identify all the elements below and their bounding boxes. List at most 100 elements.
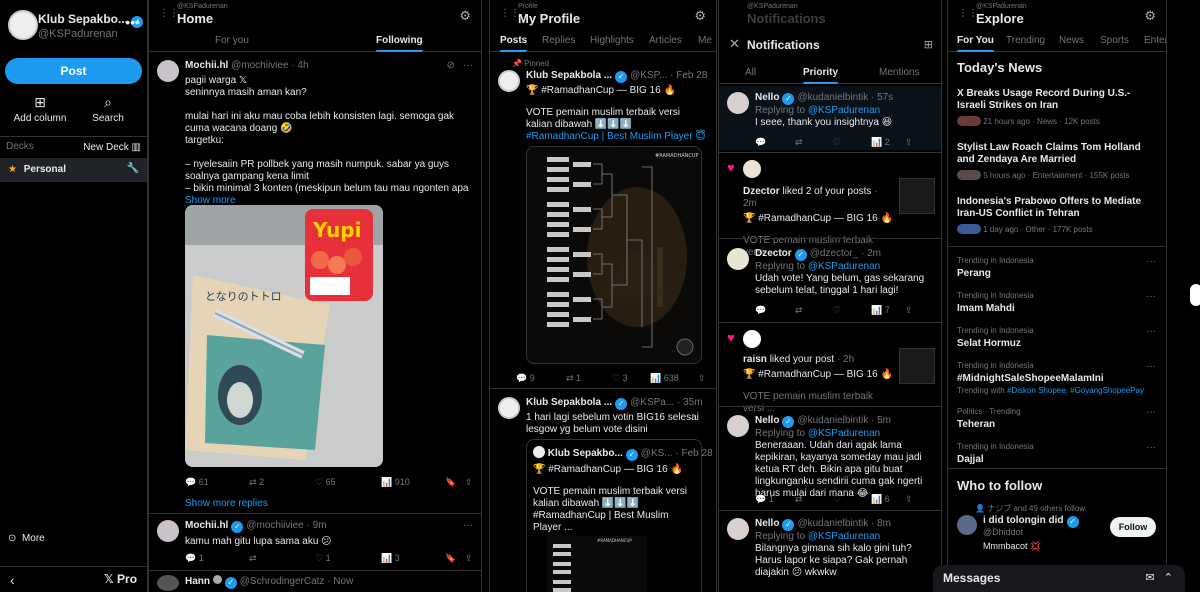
more-options-icon[interactable]: ··· bbox=[1146, 442, 1156, 453]
post-button[interactable]: Post bbox=[5, 58, 142, 84]
retweet-button[interactable]: ⇄ bbox=[795, 493, 803, 505]
collapse-sidebar-icon[interactable]: ‹ bbox=[10, 572, 15, 588]
retweet-button[interactable]: ⇄ bbox=[249, 552, 257, 564]
views-count[interactable]: 📊 7 bbox=[871, 304, 890, 316]
author-handle[interactable]: @KSPa... bbox=[630, 397, 674, 408]
avatar[interactable] bbox=[727, 415, 749, 437]
more-options-icon[interactable]: ··· bbox=[1146, 361, 1156, 372]
tab-all[interactable]: All bbox=[745, 67, 756, 78]
avatar[interactable] bbox=[157, 520, 179, 542]
replying-to-link[interactable]: @KSPadurenan bbox=[808, 531, 880, 542]
tab-sports[interactable]: Sports bbox=[1100, 35, 1129, 46]
drag-handle-icon[interactable]: ⋮⋮ bbox=[500, 8, 520, 19]
more-button[interactable]: ⊙ More bbox=[8, 533, 45, 544]
tweet-image[interactable]: #RAMADHANCUP bbox=[526, 146, 702, 364]
notification-reply[interactable]: Nello ✓ @kudanielbintik · 5m Replying to @… bbox=[719, 415, 941, 507]
author-handle[interactable]: @kudanielbintik bbox=[797, 518, 868, 529]
scroll-handle[interactable] bbox=[1190, 284, 1200, 306]
author-name[interactable]: Mochii.hl bbox=[185, 520, 228, 531]
views-count[interactable]: 📊 2 bbox=[871, 136, 890, 148]
more-options-icon[interactable]: ··· bbox=[463, 520, 473, 532]
drag-handle-icon[interactable]: ⋮⋮ bbox=[159, 8, 179, 19]
author-handle[interactable]: @SchrodingerCatz bbox=[240, 576, 325, 587]
notification-reply[interactable]: Dzector ✓ @dzector_ · 2m Replying to @KSPa… bbox=[719, 248, 941, 318]
trend-item[interactable]: Trending in Indonesia #MidnightSaleShope… bbox=[957, 361, 1156, 395]
tweet-hashtags[interactable]: #RamadhanCup | Best Muslim Player 😇 bbox=[526, 131, 708, 143]
share-icon[interactable]: ⇪ bbox=[465, 552, 473, 564]
settings-icon[interactable]: ⚙ bbox=[1144, 8, 1156, 24]
tab-for-you[interactable]: For You bbox=[957, 35, 994, 52]
like-button[interactable]: ♡ 3 bbox=[612, 372, 628, 384]
like-button[interactable]: ♡ bbox=[833, 304, 841, 316]
views-count[interactable]: 📊 910 bbox=[381, 476, 410, 488]
reply-button[interactable]: 💬 61 bbox=[185, 476, 209, 488]
notification-like[interactable]: ♥ Dzector liked 2 of your posts · 2m 🏆 #… bbox=[719, 160, 941, 258]
share-icon[interactable]: ⇪ bbox=[905, 493, 913, 505]
tab-posts[interactable]: Posts bbox=[500, 35, 528, 52]
author-handle[interactable]: @mochiiviee bbox=[246, 520, 303, 531]
news-item[interactable]: X Breaks Usage Record During U.S.-Israel… bbox=[957, 88, 1158, 126]
views-count[interactable]: 📊 3 bbox=[381, 552, 400, 564]
reply-button[interactable]: 💬 bbox=[755, 304, 766, 316]
author-name[interactable]: Dzector bbox=[755, 248, 792, 259]
replying-to-link[interactable]: @KSPadurenan bbox=[808, 105, 880, 116]
notification-reply[interactable]: Nello ✓ @kudanielbintik · 57s Replying to … bbox=[719, 86, 941, 150]
like-button[interactable]: ♡ 65 bbox=[315, 476, 336, 488]
account-switcher[interactable]: Klub Sepakbo... ✓ @KSPadurenan ••• bbox=[8, 8, 144, 42]
more-options-icon[interactable]: ··· bbox=[463, 60, 473, 72]
avatar[interactable] bbox=[743, 160, 761, 178]
follow-suggestion[interactable]: 👤 ナジブ and 49 others follow i did tolongi… bbox=[957, 503, 1158, 559]
tab-trending[interactable]: Trending bbox=[1006, 35, 1045, 46]
news-item[interactable]: Indonesia's Prabowo Offers to Mediate Ir… bbox=[957, 196, 1158, 234]
tweet[interactable]: Mochii.hl @mochiiviee · 4h ⊘ ··· pagii w… bbox=[149, 60, 481, 509]
follow-name[interactable]: i did tolongin did bbox=[983, 515, 1064, 526]
retweet-button[interactable]: ⇄ 1 bbox=[566, 372, 581, 384]
settings-icon[interactable]: ⚙ bbox=[459, 8, 471, 24]
trend-item[interactable]: Trending in Indonesia Perang ··· bbox=[957, 256, 1156, 279]
share-icon[interactable]: ⇪ bbox=[905, 304, 913, 316]
tab-priority[interactable]: Priority bbox=[803, 67, 839, 84]
author-handle[interactable]: @kudanielbintik bbox=[797, 415, 868, 426]
like-button[interactable]: ♡ 1 bbox=[315, 552, 331, 564]
avatar[interactable] bbox=[727, 248, 749, 270]
tweet-photo[interactable]: Yupi となりのトトロ bbox=[185, 205, 383, 467]
trend-item[interactable]: Trending in Indonesia Selat Hormuz ··· bbox=[957, 326, 1156, 349]
trend-item[interactable]: Trending in Indonesia Imam Mahdi ··· bbox=[957, 291, 1156, 314]
add-column-button[interactable]: ⊞ Add column bbox=[10, 94, 70, 124]
views-count[interactable]: 📊 638 bbox=[650, 372, 679, 384]
quoted-tweet[interactable]: Klub Sepakbo... ✓ @KS... · Feb 28 🏆 #Ramad… bbox=[526, 439, 713, 592]
grok-icon[interactable]: ⊘ bbox=[447, 60, 455, 72]
pinned-tweet[interactable]: 📌 Pinned Klub Sepakbola ... ✓ @KSP... · Fe… bbox=[490, 58, 716, 388]
add-column-icon[interactable]: ⊞ bbox=[924, 38, 933, 51]
avatar[interactable] bbox=[743, 330, 761, 348]
search-button[interactable]: ⌕ Search bbox=[78, 94, 138, 124]
like-button[interactable]: ♡ bbox=[833, 136, 841, 148]
avatar[interactable] bbox=[727, 518, 749, 540]
notification-reply[interactable]: Nello ✓ @kudanielbintik · 8m Replying to @… bbox=[719, 518, 941, 592]
more-options-icon[interactable]: ··· bbox=[1146, 256, 1156, 267]
trend-item[interactable]: Trending in Indonesia Dajjal ··· bbox=[957, 442, 1156, 465]
tab-mentions[interactable]: Mentions bbox=[879, 67, 920, 78]
retweet-button[interactable]: ⇄ bbox=[795, 136, 803, 148]
share-icon[interactable]: ⇪ bbox=[465, 476, 473, 488]
show-more-replies-link[interactable]: Show more replies bbox=[185, 498, 268, 510]
avatar[interactable] bbox=[157, 575, 179, 591]
more-options-icon[interactable]: ··· bbox=[1146, 291, 1156, 302]
notification-like[interactable]: ♥ raisn liked your post · 2h 🏆 #Ramadhan… bbox=[719, 330, 941, 414]
more-options-icon[interactable]: ··· bbox=[1146, 326, 1156, 337]
author-name[interactable]: raisn bbox=[743, 354, 767, 365]
tab-following[interactable]: Following bbox=[376, 35, 423, 52]
replying-to-link[interactable]: @KSPadurenan bbox=[808, 261, 880, 272]
tab-for-you[interactable]: For you bbox=[215, 35, 249, 46]
settings-icon[interactable]: ⚙ bbox=[694, 8, 706, 24]
news-item[interactable]: Stylist Law Roach Claims Tom Holland and… bbox=[957, 142, 1158, 180]
tab-news[interactable]: News bbox=[1059, 35, 1084, 46]
wrench-icon[interactable]: 🔧 bbox=[127, 163, 139, 174]
author-handle[interactable]: @KSP... bbox=[630, 70, 667, 81]
drag-handle-icon[interactable]: ⋮⋮ bbox=[958, 8, 978, 19]
reply-button[interactable]: 💬 1 bbox=[755, 493, 774, 505]
author-name[interactable]: Mochii.hl bbox=[185, 60, 228, 71]
tweet[interactable]: Hann ✓ @SchrodingerCatz · Now bbox=[149, 575, 481, 592]
avatar[interactable] bbox=[727, 92, 749, 114]
tab-highlights[interactable]: Highlights bbox=[590, 35, 634, 46]
